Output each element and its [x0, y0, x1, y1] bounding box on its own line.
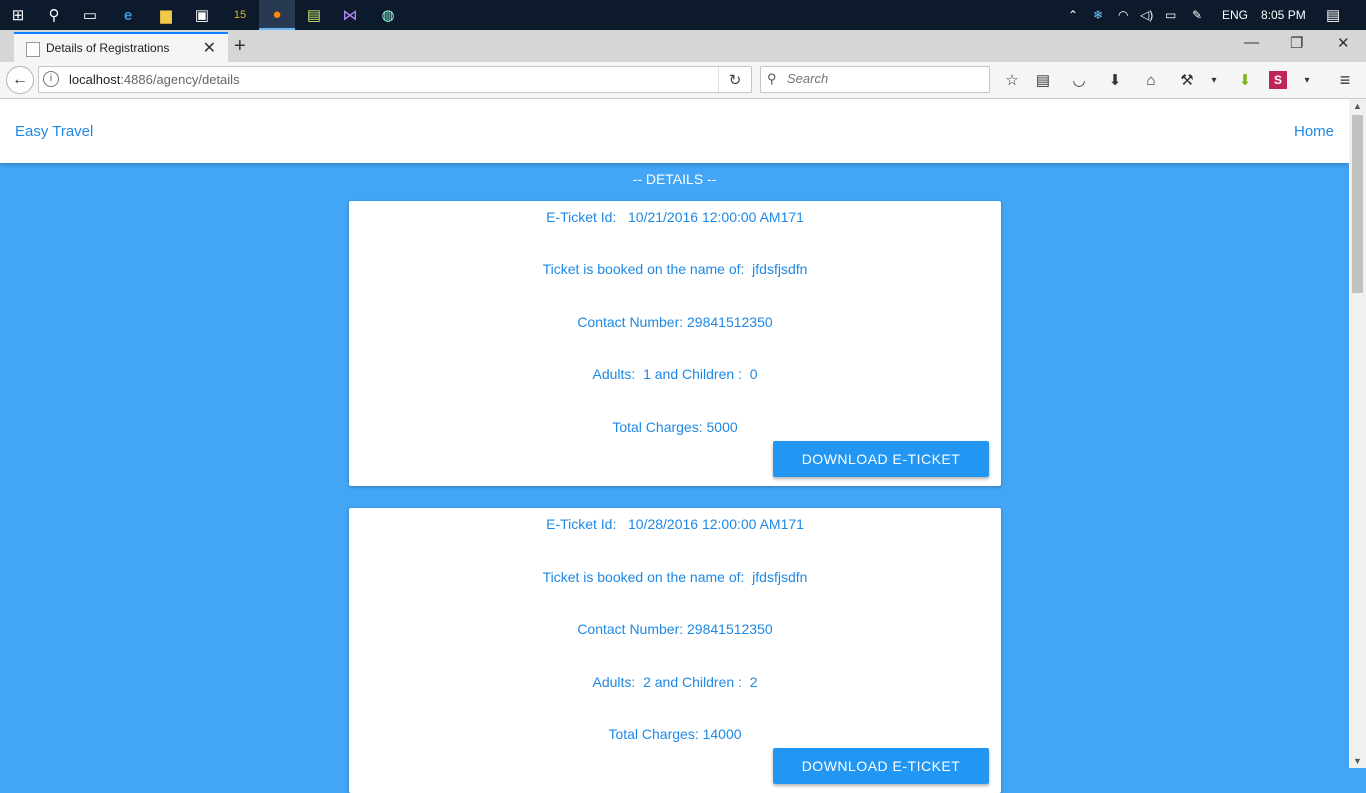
restore-icon[interactable]: ❐	[1290, 34, 1303, 52]
paint-icon[interactable]: ◍	[370, 0, 406, 30]
pocket-icon[interactable]: ◡	[1067, 68, 1091, 92]
wifi-icon[interactable]: ◠	[1118, 0, 1128, 30]
volume-icon[interactable]: ◁)	[1140, 0, 1153, 30]
contact-number: Contact Number: 29841512350	[577, 621, 773, 637]
network-app-icon[interactable]: ❄	[1093, 0, 1103, 30]
show-hidden-icons-icon[interactable]: ⌃	[1068, 0, 1078, 30]
store-icon[interactable]: ▣	[184, 0, 220, 30]
passenger-count: Adults: 2 and Children : 2	[592, 674, 758, 690]
address-bar[interactable]: i localhost:4886/agency/details ↻	[38, 66, 752, 93]
task-view-icon[interactable]: ▭	[72, 0, 108, 30]
info-icon[interactable]: i	[43, 71, 59, 87]
close-tab-icon[interactable]: ✕	[203, 38, 216, 58]
search-input[interactable]	[785, 70, 985, 87]
total-charges: Total Charges: 5000	[612, 419, 738, 435]
bookmark-star-icon[interactable]: ☆	[1000, 68, 1024, 92]
close-window-icon[interactable]: ✕	[1337, 34, 1350, 52]
booked-name: Ticket is booked on the name of: jfdsfjs…	[542, 261, 808, 277]
windows-taskbar: ⊞ ⚲ ▭ e ▆ ▣ 15 ● ▤ ⋈ ◍ ⌃ ❄ ◠ ◁) ▭ ✎ ENG …	[0, 0, 1366, 30]
reload-icon[interactable]: ↻	[718, 67, 751, 92]
url-text[interactable]: localhost:4886/agency/details	[69, 72, 240, 87]
new-tab-icon[interactable]: +	[234, 35, 246, 58]
edge-icon[interactable]: e	[110, 0, 146, 30]
arrow-left-icon: ←	[12, 71, 28, 88]
chevron-down-icon[interactable]: ▾	[1202, 68, 1226, 92]
browser-tab[interactable]: Details of Registrations ✕	[14, 32, 228, 62]
pen-icon[interactable]: ✎	[1192, 0, 1202, 30]
url-host: localhost	[69, 72, 121, 87]
ticket-card: E-Ticket Id: 10/21/2016 12:00:00 AM171 T…	[349, 201, 1001, 486]
downloads-icon[interactable]: ⬇	[1103, 68, 1127, 92]
page-favicon-icon	[26, 42, 40, 57]
url-path: :4886/agency/details	[120, 72, 240, 87]
home-link[interactable]: Home	[1294, 123, 1334, 140]
tools-icon[interactable]: ⚒	[1175, 68, 1199, 92]
visual-studio-icon[interactable]: ⋈	[332, 0, 368, 30]
passenger-count: Adults: 1 and Children : 0	[592, 366, 758, 382]
page-heading: -- DETAILS --	[632, 171, 717, 187]
total-charges: Total Charges: 14000	[608, 726, 742, 742]
extension-s-icon[interactable]: S	[1269, 71, 1287, 89]
brand-link[interactable]: Easy Travel	[15, 123, 93, 140]
minimize-icon[interactable]: —	[1244, 34, 1259, 51]
file-explorer-icon[interactable]: ▆	[148, 0, 184, 30]
download-helper-icon[interactable]: ⬇	[1233, 68, 1257, 92]
eticket-id: E-Ticket Id: 10/28/2016 12:00:00 AM171	[546, 516, 804, 532]
search-icon: ⚲	[767, 71, 777, 86]
contact-number: Contact Number: 29841512350	[577, 314, 773, 330]
scroll-down-icon[interactable]: ▼	[1349, 756, 1366, 766]
download-eticket-button[interactable]: DOWNLOAD E-TICKET	[773, 748, 989, 784]
scroll-up-icon[interactable]: ▲	[1349, 101, 1366, 111]
scrollbar-thumb[interactable]	[1352, 115, 1363, 293]
windows-start-icon[interactable]: ⊞	[0, 0, 36, 30]
action-center-icon[interactable]: ▤	[1326, 0, 1340, 30]
notepad-icon[interactable]: ▤	[296, 0, 332, 30]
ticket-card: E-Ticket Id: 10/28/2016 12:00:00 AM171 T…	[349, 508, 1001, 793]
chevron-down-icon[interactable]: ▾	[1295, 68, 1319, 92]
booked-name: Ticket is booked on the name of: jfdsfjs…	[542, 569, 808, 585]
browser-nav-bar: ← i localhost:4886/agency/details ↻ ⚲ ☆ …	[0, 62, 1366, 99]
firefox-icon[interactable]: ●	[259, 0, 295, 30]
search-box[interactable]: ⚲	[760, 66, 990, 93]
battery-icon[interactable]: ▭	[1165, 0, 1176, 30]
back-button[interactable]: ←	[6, 66, 34, 94]
tab-title: Details of Registrations	[46, 41, 170, 55]
download-eticket-button[interactable]: DOWNLOAD E-TICKET	[773, 441, 989, 477]
menu-icon[interactable]: ≡	[1333, 68, 1357, 92]
eticket-id: E-Ticket Id: 10/21/2016 12:00:00 AM171	[546, 209, 804, 225]
page-scrollbar[interactable]: ▲ ▼	[1349, 99, 1366, 768]
reading-list-icon[interactable]: ▤	[1031, 68, 1055, 92]
app-15-icon[interactable]: 15	[222, 0, 258, 30]
search-icon[interactable]: ⚲	[36, 0, 72, 30]
language-indicator[interactable]: ENG	[1222, 0, 1248, 30]
clock[interactable]: 8:05 PM	[1261, 0, 1306, 30]
home-icon[interactable]: ⌂	[1139, 68, 1163, 92]
app-header: Easy Travel Home	[0, 99, 1349, 163]
